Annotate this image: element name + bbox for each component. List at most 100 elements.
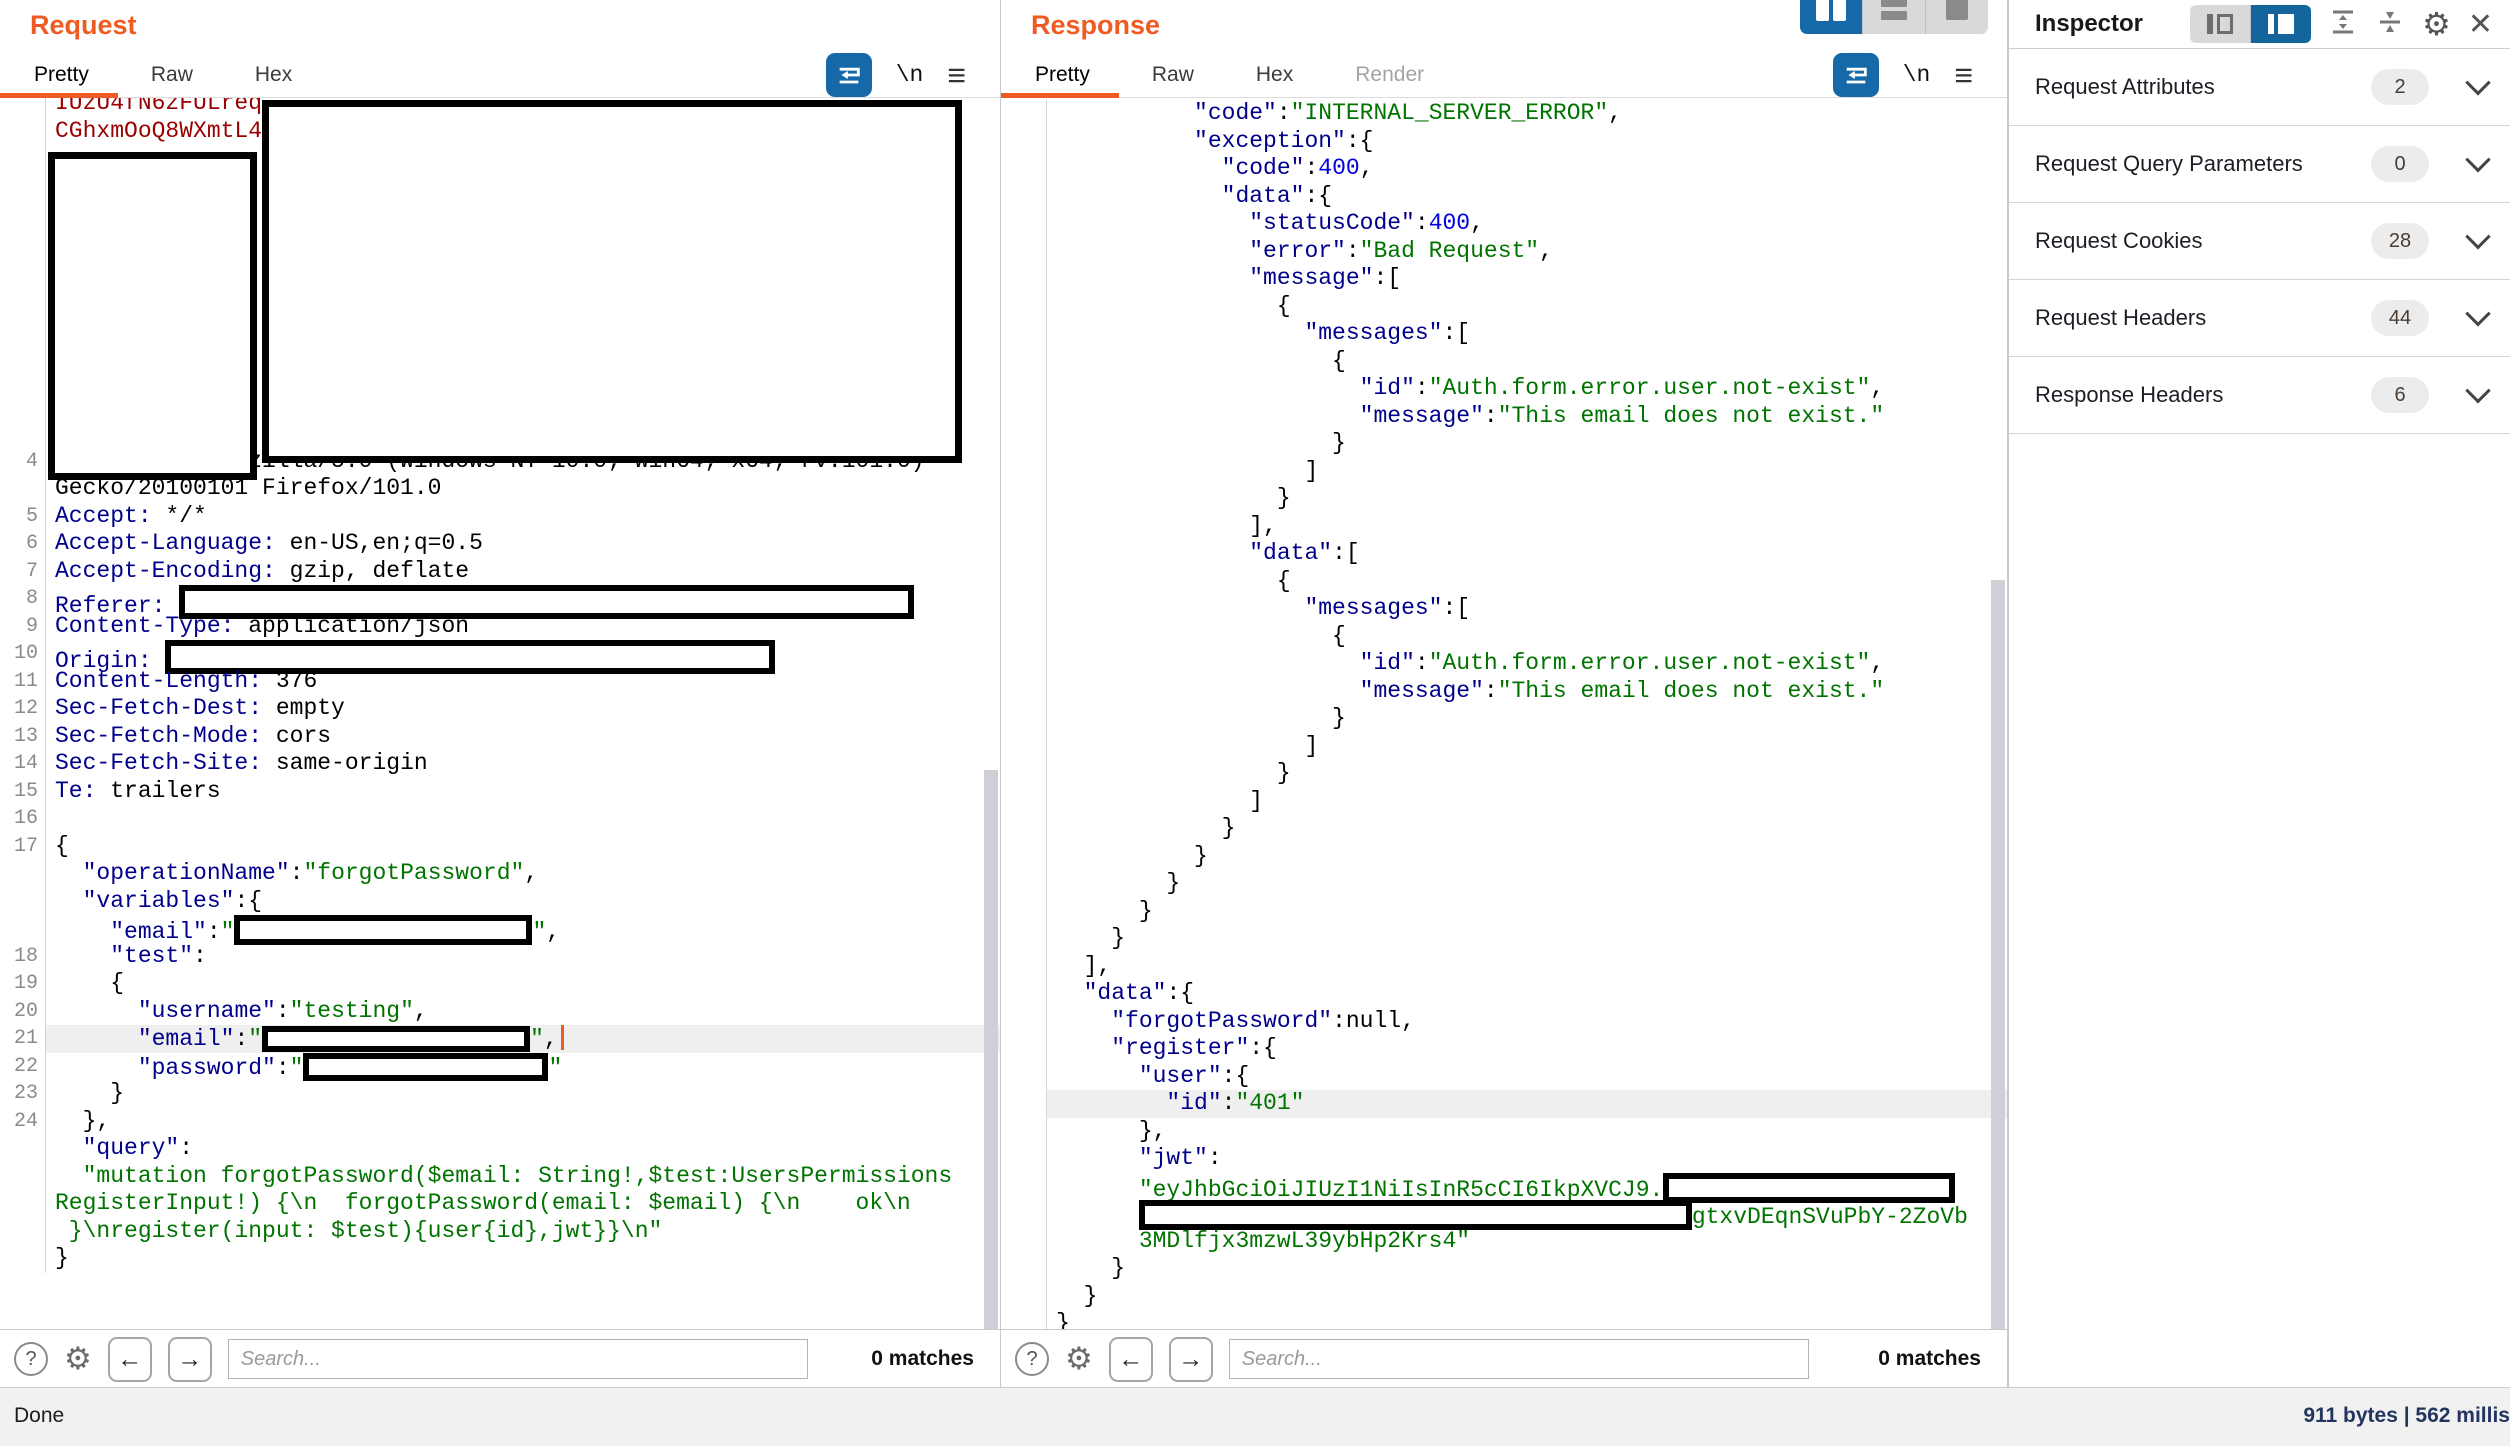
line-number: 19 xyxy=(0,970,46,998)
code-line: 19 { xyxy=(0,970,1000,998)
response-editor[interactable]: "code":"INTERNAL_SERVER_ERROR", "excepti… xyxy=(1001,98,2007,1330)
code-line: 9Content-Type: application/json xyxy=(0,613,1000,641)
response-pane: Response Pretty Raw Hex Render \n ≡ "cod… xyxy=(1001,0,2008,1388)
request-search-input[interactable] xyxy=(228,1339,808,1379)
line-number: 24 xyxy=(0,1108,46,1136)
line-number xyxy=(1001,650,1047,678)
line-number xyxy=(1001,733,1047,761)
inspector-section-request-query-parameters[interactable]: Request Query Parameters0 xyxy=(2009,126,2510,203)
tab-response-pretty[interactable]: Pretty xyxy=(1035,63,1090,87)
line-number xyxy=(1001,430,1047,458)
line-number xyxy=(1001,898,1047,926)
code-line: 10Origin: xyxy=(0,640,1000,668)
line-number xyxy=(1001,623,1047,651)
code-line: "user":{ xyxy=(1001,1063,2007,1091)
dock-right-icon[interactable] xyxy=(2250,5,2311,43)
tab-response-render[interactable]: Render xyxy=(1355,63,1424,87)
response-search-input[interactable] xyxy=(1229,1339,1809,1379)
line-number xyxy=(1001,403,1047,431)
request-match-count: 0 matches xyxy=(871,1347,974,1371)
inspector-header: Inspector ⚙ ✕ xyxy=(2009,0,2510,49)
search-settings-icon[interactable]: ⚙ xyxy=(64,1344,92,1375)
line-number xyxy=(1001,1090,1047,1118)
search-settings-icon[interactable]: ⚙ xyxy=(1065,1344,1093,1375)
line-number xyxy=(0,1218,46,1246)
prev-match-button[interactable]: ← xyxy=(108,1337,152,1382)
tab-response-hex[interactable]: Hex xyxy=(1256,63,1293,87)
response-scrollbar[interactable] xyxy=(1991,580,2005,1330)
chevron-down-icon[interactable] xyxy=(2465,224,2490,249)
inspector-section-response-headers[interactable]: Response Headers6 xyxy=(2009,357,2510,434)
chevron-down-icon[interactable] xyxy=(2465,301,2490,326)
line-number: 8 xyxy=(0,585,46,613)
newline-toggle-icon[interactable]: \n xyxy=(896,62,924,88)
line-number xyxy=(1001,1008,1047,1036)
request-search-bar: ? ⚙ ← → 0 matches xyxy=(0,1329,1000,1388)
code-line: "id":"Auth.form.error.user.not-exist", xyxy=(1001,650,2007,678)
inspector-section-request-attributes[interactable]: Request Attributes2 xyxy=(2009,49,2510,126)
word-wrap-icon[interactable] xyxy=(826,53,872,97)
line-number xyxy=(0,915,46,943)
help-icon[interactable]: ? xyxy=(1015,1342,1049,1376)
inspector-section-label: Request Query Parameters xyxy=(2035,151,2371,177)
code-line: ] xyxy=(1001,733,2007,761)
inspector-close-icon[interactable]: ✕ xyxy=(2468,7,2493,42)
chevron-down-icon[interactable] xyxy=(2465,70,2490,95)
pane-menu-icon[interactable]: ≡ xyxy=(1954,65,1973,85)
chevron-down-icon[interactable] xyxy=(2465,378,2490,403)
next-match-button[interactable]: → xyxy=(168,1337,212,1382)
expand-all-icon[interactable] xyxy=(2328,7,2358,42)
line-number: 5 xyxy=(0,503,46,531)
help-icon[interactable]: ? xyxy=(14,1342,48,1376)
code-line: } xyxy=(1001,870,2007,898)
line-number xyxy=(0,228,46,256)
request-editor[interactable]: IUzU4fN6zFULreqCGhxmOoQ8WXmtL44User-Agen… xyxy=(0,98,1000,1330)
inspector-section-request-headers[interactable]: Request Headers44 xyxy=(2009,280,2510,357)
word-wrap-icon[interactable] xyxy=(1833,53,1879,97)
code-line: "data":[ xyxy=(1001,540,2007,568)
layout-stacked-icon[interactable] xyxy=(1862,0,1925,34)
line-number xyxy=(1001,925,1047,953)
code-line: "eyJhbGciOiJIUzI1NiIsInR5cCI6IkpXVCJ9. xyxy=(1001,1173,2007,1201)
line-number: 11 xyxy=(0,668,46,696)
line-number xyxy=(1001,375,1047,403)
line-number xyxy=(1001,293,1047,321)
line-number: 14 xyxy=(0,750,46,778)
newline-toggle-icon[interactable]: \n xyxy=(1903,62,1931,88)
code-line: } xyxy=(1001,815,2007,843)
request-scrollbar[interactable] xyxy=(984,770,998,1330)
collapse-all-icon[interactable] xyxy=(2375,7,2405,42)
layout-side-by-side-icon[interactable] xyxy=(1800,0,1862,34)
line-number: 22 xyxy=(0,1053,46,1081)
tab-request-raw[interactable]: Raw xyxy=(151,63,193,87)
redaction-box xyxy=(234,915,532,945)
line-number xyxy=(1001,1145,1047,1173)
tab-request-pretty[interactable]: Pretty xyxy=(34,63,89,87)
tab-request-hex[interactable]: Hex xyxy=(255,63,292,87)
line-number xyxy=(1001,568,1047,596)
tab-response-raw[interactable]: Raw xyxy=(1152,63,1194,87)
layout-single-icon[interactable] xyxy=(1925,0,1988,34)
code-line: "message":"This email does not exist." xyxy=(1001,403,2007,431)
code-line: ], xyxy=(1001,513,2007,541)
line-number xyxy=(1001,815,1047,843)
line-number xyxy=(0,475,46,503)
code-line: "code":400, xyxy=(1001,155,2007,183)
line-number xyxy=(1001,870,1047,898)
prev-match-button[interactable]: ← xyxy=(1109,1337,1153,1382)
code-line: "exception":{ xyxy=(1001,128,2007,156)
next-match-button[interactable]: → xyxy=(1169,1337,1213,1382)
inspector-section-request-cookies[interactable]: Request Cookies28 xyxy=(2009,203,2510,280)
code-line: "data":{ xyxy=(1001,183,2007,211)
dock-left-icon[interactable] xyxy=(2190,5,2250,43)
line-number xyxy=(1001,458,1047,486)
code-line: "variables":{ xyxy=(0,888,1000,916)
inspector-settings-icon[interactable]: ⚙ xyxy=(2422,8,2451,40)
line-number xyxy=(1001,760,1047,788)
pane-menu-icon[interactable]: ≡ xyxy=(947,65,966,85)
code-line: } xyxy=(1001,485,2007,513)
inspector-section-label: Request Headers xyxy=(2035,305,2371,331)
chevron-down-icon[interactable] xyxy=(2465,147,2490,172)
line-number xyxy=(1001,1200,1047,1228)
code-line: } xyxy=(1001,1255,2007,1283)
